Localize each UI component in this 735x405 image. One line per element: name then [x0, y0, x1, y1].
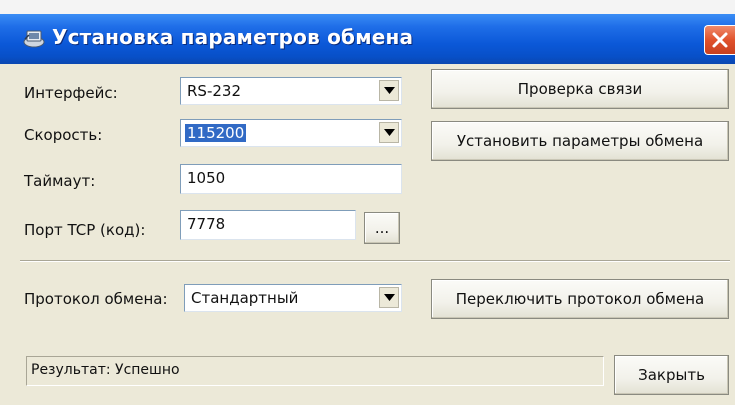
timeout-label: Таймаут:	[24, 172, 96, 190]
protocol-value: Стандартный	[191, 289, 299, 307]
browse-button-label: ...	[374, 219, 390, 237]
interface-label: Интерфейс:	[24, 84, 118, 102]
tcp-port-input[interactable]: 7778	[180, 210, 356, 240]
interface-dropdown-button[interactable]	[379, 80, 399, 101]
protocol-select[interactable]: Стандартный	[184, 284, 402, 312]
timeout-input[interactable]: 1050	[180, 164, 402, 194]
result-status-text: Результат: Успешно	[31, 362, 180, 378]
speed-label: Скорость:	[24, 126, 103, 144]
chevron-down-icon	[384, 87, 395, 94]
speed-dropdown-button[interactable]	[379, 122, 399, 143]
tcp-port-value: 7778	[187, 215, 226, 233]
interface-select[interactable]: RS-232	[180, 77, 402, 105]
set-parameters-label: Установить параметры обмена	[456, 132, 704, 150]
speed-value: 115200	[185, 124, 247, 142]
check-connection-label: Проверка связи	[517, 80, 643, 98]
tcp-port-browse-button[interactable]: ...	[364, 212, 400, 244]
tcp-port-label: Порт TCP (код):	[24, 221, 146, 239]
check-connection-button[interactable]: Проверка связи	[431, 69, 729, 109]
switch-protocol-label: Переключить протокол обмена	[455, 290, 705, 308]
set-parameters-button[interactable]: Установить параметры обмена	[431, 121, 729, 161]
close-icon	[712, 32, 728, 48]
switch-protocol-button[interactable]: Переключить протокол обмена	[431, 279, 729, 319]
chevron-down-icon	[384, 129, 395, 136]
window-title: Установка параметров обмена	[52, 25, 414, 49]
separator	[20, 260, 730, 262]
close-button-label: Закрыть	[638, 366, 705, 384]
top-strip	[0, 0, 735, 14]
result-status-field: Результат: Успешно	[26, 356, 604, 386]
timeout-value: 1050	[187, 169, 226, 187]
interface-value: RS-232	[187, 82, 241, 100]
protocol-dropdown-button[interactable]	[379, 287, 399, 308]
close-window-button[interactable]	[704, 25, 735, 55]
network-settings-icon	[22, 27, 45, 49]
protocol-label: Протокол обмена:	[24, 290, 168, 308]
chevron-down-icon	[384, 294, 395, 301]
close-button[interactable]: Закрыть	[614, 355, 729, 395]
speed-select[interactable]: 115200	[180, 119, 402, 147]
exchange-settings-dialog: Установка параметров обмена Интерфейс: R…	[0, 0, 735, 405]
